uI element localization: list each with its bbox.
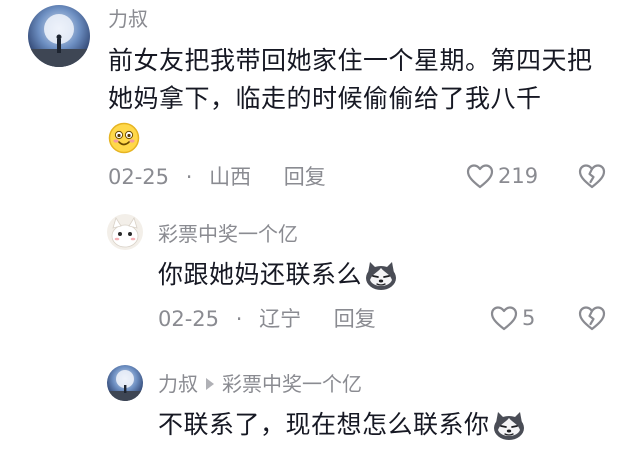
dislike-button[interactable] xyxy=(578,163,606,189)
dislike-button[interactable] xyxy=(578,305,606,331)
meta-separator: · xyxy=(235,307,243,331)
husky-dog-emoji xyxy=(492,411,526,441)
triangle-right-icon xyxy=(206,377,214,390)
like-button[interactable]: 219 xyxy=(466,163,538,189)
reply-author[interactable]: 力叔 xyxy=(158,372,198,396)
comment-date: 02-25 xyxy=(108,165,170,189)
reply-target[interactable]: 彩票中奖一个亿 xyxy=(222,372,362,396)
comment-location: 山西 xyxy=(209,165,252,189)
comment-author[interactable]: 力叔 xyxy=(108,7,148,31)
comment-text: 前女友把我带回她家住一个星期。第四天把她妈拿下，临走的时候偷偷给了我八千 xyxy=(108,46,593,113)
reply-text: 你跟她妈还联系么 xyxy=(158,260,363,289)
broken-heart-icon xyxy=(578,305,606,331)
avatar[interactable] xyxy=(28,5,90,67)
reply-meta: 02-25 · 辽宁 回复 xyxy=(158,306,376,332)
avatar[interactable] xyxy=(107,365,143,401)
heart-outline-icon xyxy=(466,163,498,189)
like-count: 219 xyxy=(498,164,539,188)
smiling-face-emoji xyxy=(108,122,140,154)
comment-body: 前女友把我带回她家住一个星期。第四天把她妈拿下，临走的时候偷偷给了我八千 xyxy=(108,42,608,156)
broken-heart-icon xyxy=(578,163,606,189)
reply-author[interactable]: 彩票中奖一个亿 xyxy=(158,222,298,246)
like-button[interactable]: 5 xyxy=(490,305,535,331)
reply-location: 辽宁 xyxy=(259,307,302,331)
husky-dog-emoji xyxy=(364,261,398,291)
meta-separator: · xyxy=(185,165,193,189)
like-count: 5 xyxy=(522,306,536,330)
reply-button[interactable]: 回复 xyxy=(334,307,376,331)
comment-meta: 02-25 · 山西 回复 xyxy=(108,164,326,190)
reply-text: 不联系了，现在想怎么联系你 xyxy=(158,410,490,439)
heart-outline-icon xyxy=(490,305,522,331)
reply-body: 不联系了，现在想怎么联系你 xyxy=(158,406,526,444)
reply-author-line: 力叔 彩票中奖一个亿 xyxy=(158,372,362,396)
reply-button[interactable]: 回复 xyxy=(284,165,326,189)
reply-body: 你跟她妈还联系么 xyxy=(158,256,398,294)
reply-date: 02-25 xyxy=(158,307,220,331)
avatar[interactable] xyxy=(107,214,143,250)
